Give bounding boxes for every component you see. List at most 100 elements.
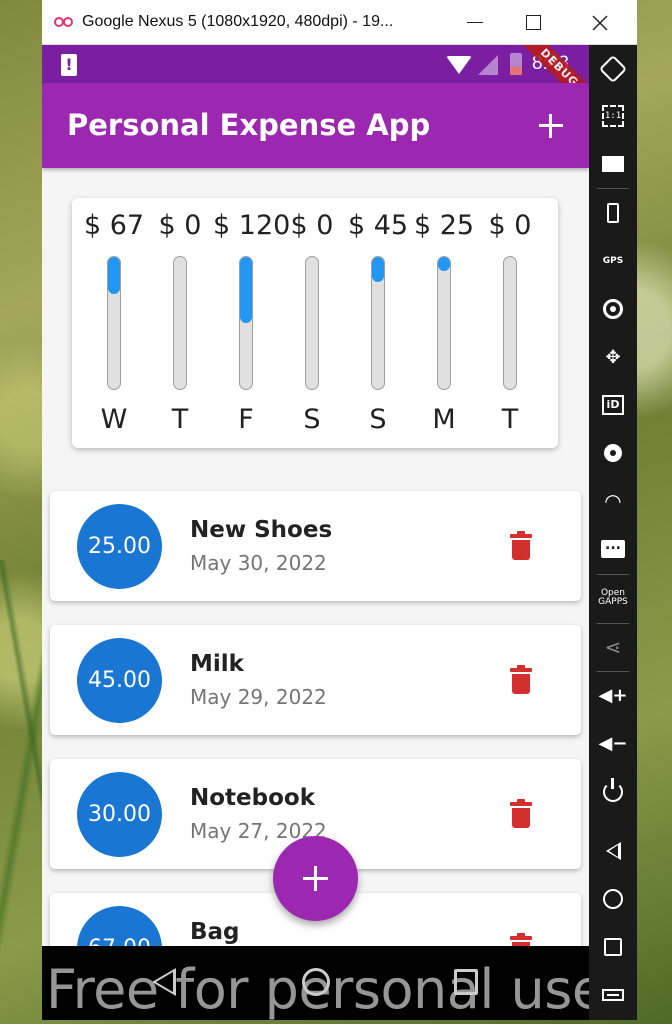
back-icon — [605, 842, 621, 860]
window-title: Google Nexus 5 (1080x1920, 480dpi) - 19.… — [82, 13, 394, 30]
chart-bar-day-label: T — [501, 404, 519, 435]
chart-bar-amount: $ 0 — [290, 210, 334, 241]
delete-transaction-button[interactable] — [510, 799, 532, 829]
overview-button[interactable] — [589, 927, 637, 967]
rotate-button[interactable] — [589, 49, 637, 89]
chart-bar-track — [371, 256, 385, 390]
device-id-button[interactable]: iD — [589, 385, 637, 425]
battery-button[interactable] — [589, 193, 637, 233]
power-button[interactable] — [589, 772, 637, 812]
chart-bar-amount: $ 120 — [213, 210, 291, 241]
transaction-card: 25.00 New Shoes May 30, 2022 — [50, 491, 581, 601]
battery-icon — [607, 203, 619, 223]
camera-button[interactable] — [589, 289, 637, 329]
close-button[interactable] — [572, 0, 628, 45]
chart-bar-fill — [438, 257, 450, 271]
chart-bar-amount: $ 45 — [347, 210, 409, 241]
delete-transaction-button[interactable] — [510, 665, 532, 695]
sms-icon — [601, 537, 625, 558]
volume-down-button[interactable]: ◀− — [589, 723, 637, 763]
rotate-icon — [598, 54, 628, 84]
chart-bar-fill — [108, 257, 120, 294]
id-icon: iD — [602, 395, 624, 415]
chart-bar-track — [173, 256, 187, 390]
sms-button[interactable] — [589, 529, 637, 569]
alert-notification-icon: ! — [61, 54, 77, 76]
close-icon — [592, 14, 608, 31]
screenshot-button[interactable] — [589, 144, 637, 184]
overview-icon — [604, 938, 622, 956]
menu-button[interactable] — [589, 975, 637, 1015]
gapps-button[interactable]: Open GAPPS — [589, 578, 637, 618]
transaction-card: 45.00 Milk May 29, 2022 — [50, 625, 581, 735]
app-bar: Personal Expense App — [42, 83, 589, 168]
chart-bar-amount: $ 0 — [488, 210, 532, 241]
screenshot-icon — [602, 156, 624, 172]
toolbar-divider — [597, 623, 629, 624]
add-transaction-button[interactable] — [537, 112, 565, 140]
toolbar-divider — [597, 671, 629, 672]
delete-transaction-button[interactable] — [510, 531, 532, 561]
chart-bar-column: $ 120 F — [213, 198, 291, 448]
volume-up-button[interactable]: ◀+ — [589, 675, 637, 715]
chart-bar-fill — [372, 257, 384, 282]
weekly-chart-card: $ 67 W $ 0 T $ 120 F $ 0 S $ 45 S $ 25 M $ 0 T — [72, 198, 558, 448]
maximize-button[interactable] — [505, 0, 561, 45]
home-button[interactable] — [589, 879, 637, 919]
chart-bar-day-label: S — [303, 404, 321, 435]
scale-button[interactable]: 1:1 — [589, 96, 637, 136]
cast-button[interactable]: ◠ — [589, 481, 637, 521]
cell-signal-icon — [478, 55, 498, 75]
share-icon: ⋖ — [604, 635, 622, 659]
wifi-icon — [446, 56, 472, 74]
transaction-title: New Shoes — [190, 517, 333, 543]
chart-bar-day-label: F — [238, 404, 254, 435]
maximize-icon — [525, 15, 541, 30]
volume-up-icon: ◀+ — [598, 684, 628, 706]
watermark-text: Free for personal use — [46, 958, 605, 1021]
chart-bar-day-label: T — [171, 404, 189, 435]
toolbar-divider — [597, 188, 629, 189]
chart-bar-track — [107, 256, 121, 390]
scale-icon: 1:1 — [602, 105, 624, 127]
volume-down-icon: ◀− — [598, 732, 628, 754]
battery-icon — [510, 53, 522, 75]
disk-icon — [604, 444, 622, 462]
dpad-button[interactable]: ✥ — [589, 337, 637, 377]
minimize-button[interactable] — [447, 0, 503, 45]
status-bar: ! 8:43 DEBUG — [42, 45, 589, 117]
phone-screen: ! 8:43 DEBUG Personal Expense App $ 67W$… — [42, 45, 589, 1020]
chart-bar-column: $ 67 W — [81, 198, 147, 448]
chart-bar-column: $ 0 S — [279, 198, 345, 448]
dpad-icon: ✥ — [605, 346, 621, 368]
chart-bar-amount: $ 25 — [413, 210, 475, 241]
chart-bar-day-label: W — [100, 404, 128, 435]
cast-icon: ◠ — [605, 489, 621, 513]
transaction-title: Bag — [190, 919, 240, 945]
camera-icon — [603, 299, 623, 319]
back-button[interactable] — [589, 831, 637, 871]
chart-bar-track — [437, 256, 451, 390]
chart-bar-amount: $ 67 — [83, 210, 145, 241]
emulator-toolbar: 1:1 GPS ✥ iD ◠ Open GAPPS ⋖ ◀+ ◀− — [589, 45, 637, 1020]
chart-bar-column: $ 45 S — [345, 198, 411, 448]
chart-bar-column: $ 0 T — [477, 198, 543, 448]
disk-io-button[interactable] — [589, 433, 637, 473]
menu-icon — [602, 989, 624, 1001]
emulator-titlebar: Google Nexus 5 (1080x1920, 480dpi) - 19.… — [42, 0, 637, 45]
add-transaction-fab[interactable] — [273, 836, 358, 921]
chart-bar-day-label: S — [369, 404, 387, 435]
app-title: Personal Expense App — [67, 108, 431, 142]
toolbar-divider — [597, 574, 629, 575]
transaction-amount-badge: 25.00 — [77, 504, 162, 589]
gps-button[interactable]: GPS — [589, 241, 637, 281]
transaction-title: Notebook — [190, 785, 316, 811]
transaction-amount-badge: 45.00 — [77, 638, 162, 723]
power-icon — [603, 778, 623, 802]
chart-bar-track — [503, 256, 517, 390]
transaction-date: May 29, 2022 — [190, 685, 327, 709]
chart-bar-day-label: M — [432, 404, 456, 435]
chart-bar-track — [239, 256, 253, 390]
share-button[interactable]: ⋖ — [589, 627, 637, 667]
chart-bar-amount: $ 0 — [158, 210, 202, 241]
